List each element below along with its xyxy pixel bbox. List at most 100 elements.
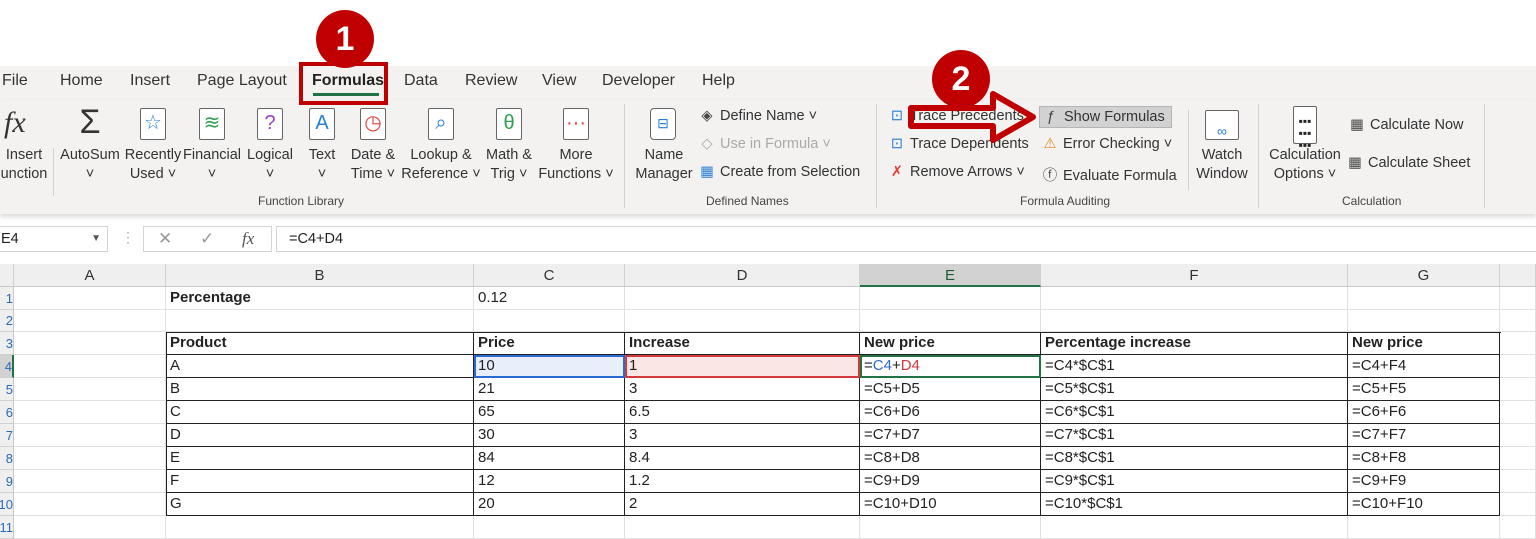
table-header-cell[interactable]: Product [166, 332, 474, 355]
table-cell[interactable]: G [166, 493, 474, 516]
cell[interactable] [14, 310, 166, 332]
table-cell[interactable]: =C7+F7 [1348, 424, 1500, 447]
calculation-options-button[interactable]: Calculation Options ˅ [1266, 146, 1344, 184]
cell[interactable] [1500, 493, 1536, 516]
logical-icon[interactable]: ? [257, 108, 283, 140]
cell[interactable] [1500, 401, 1536, 424]
more-functions-icon[interactable]: ··· [563, 108, 589, 140]
table-cell[interactable]: =C6*$C$1 [1041, 401, 1348, 424]
active-cell-E4[interactable]: =C4+D4 [860, 355, 1041, 378]
table-cell[interactable]: D [166, 424, 474, 447]
table-cell[interactable]: 12 [474, 470, 625, 493]
table-cell[interactable]: 6.5 [625, 401, 860, 424]
cell[interactable] [1500, 470, 1536, 493]
table-cell[interactable]: 8.4 [625, 447, 860, 470]
table-cell[interactable]: =C5+F5 [1348, 378, 1500, 401]
cell[interactable] [14, 493, 166, 516]
cell-C1[interactable]: 0.12 [474, 287, 625, 310]
row-header-8[interactable]: 8 [0, 447, 14, 470]
autosum-icon[interactable]: Σ [77, 105, 103, 140]
table-cell[interactable]: =C10+F10 [1348, 493, 1500, 516]
table-header-cell[interactable]: Price [474, 332, 625, 355]
column-header-E[interactable]: E [860, 264, 1041, 287]
table-cell[interactable]: =C8*$C$1 [1041, 447, 1348, 470]
tab-file[interactable]: File [2, 72, 28, 90]
table-cell[interactable]: 1 [625, 355, 860, 378]
table-cell[interactable]: 10 [474, 355, 625, 378]
cell[interactable] [1500, 310, 1536, 332]
remove-arrows-button[interactable]: ✗ Remove Arrows ˅ [888, 164, 1025, 180]
table-header-cell[interactable]: New price [860, 332, 1041, 355]
select-all-corner[interactable] [0, 264, 14, 287]
cell[interactable] [14, 287, 166, 310]
table-cell[interactable]: 21 [474, 378, 625, 401]
row-header-4[interactable]: 4 [0, 355, 14, 378]
table-cell[interactable]: 1.2 [625, 470, 860, 493]
cell[interactable] [14, 424, 166, 447]
table-cell[interactable]: =C9+F9 [1348, 470, 1500, 493]
table-cell[interactable]: 84 [474, 447, 625, 470]
row-header-5[interactable]: 5 [0, 378, 14, 401]
tab-view[interactable]: View [542, 72, 576, 90]
row-header-3[interactable]: 3 [0, 332, 14, 355]
row-header-9[interactable]: 9 [0, 470, 14, 493]
table-cell[interactable]: 65 [474, 401, 625, 424]
table-cell[interactable]: =C8+F8 [1348, 447, 1500, 470]
cell[interactable] [14, 447, 166, 470]
table-cell[interactable]: =C7*$C$1 [1041, 424, 1348, 447]
tab-developer[interactable]: Developer [602, 72, 675, 90]
cell[interactable] [625, 287, 860, 310]
table-cell[interactable]: 3 [625, 424, 860, 447]
cell[interactable] [1500, 424, 1536, 447]
table-cell[interactable]: =C9+D9 [860, 470, 1041, 493]
name-box[interactable]: E4 ▼ [0, 226, 108, 252]
table-header-cell[interactable]: Percentage increase [1041, 332, 1348, 355]
table-cell[interactable]: =C4*$C$1 [1041, 355, 1348, 378]
cell[interactable] [1041, 310, 1348, 332]
cell[interactable] [860, 310, 1041, 332]
calculation-options-icon[interactable]: ▪▪▪ ▪▪▪ ▪▪▪ [1293, 106, 1317, 151]
calculate-sheet-button[interactable]: ▦ Calculate Sheet [1346, 155, 1470, 171]
table-cell[interactable]: =C8+D8 [860, 447, 1041, 470]
calculate-now-button[interactable]: ▦ Calculate Now [1348, 117, 1463, 133]
name-manager-button[interactable]: Name Manager [632, 146, 696, 184]
cell[interactable] [1500, 355, 1536, 378]
lookup-reference-icon[interactable]: ⌕ [428, 108, 454, 140]
cell-B1[interactable]: Percentage [166, 287, 474, 310]
cell[interactable] [625, 310, 860, 332]
row-header-1[interactable]: 1 [0, 287, 14, 310]
tab-page-layout[interactable]: Page Layout [197, 72, 287, 90]
table-cell[interactable]: =C9*$C$1 [1041, 470, 1348, 493]
table-cell[interactable]: 30 [474, 424, 625, 447]
cell[interactable] [14, 332, 166, 355]
cell[interactable] [1500, 332, 1536, 355]
table-cell[interactable]: C [166, 401, 474, 424]
cell[interactable] [1500, 447, 1536, 470]
math-trig-icon[interactable]: θ [496, 108, 522, 140]
column-header-G[interactable]: G [1348, 264, 1500, 287]
name-manager-icon[interactable]: ⊟ [650, 108, 676, 140]
table-cell[interactable]: =C6+D6 [860, 401, 1041, 424]
row-header-2[interactable]: 2 [0, 310, 14, 332]
cell[interactable] [1500, 287, 1536, 310]
evaluate-formula-button[interactable]: ⓕ Evaluate Formula [1041, 164, 1177, 185]
tab-review[interactable]: Review [465, 72, 517, 90]
recently-used-icon[interactable]: ☆ [140, 108, 166, 140]
cell[interactable] [14, 401, 166, 424]
text-icon[interactable]: A [309, 108, 335, 140]
table-cell[interactable]: =C6+F6 [1348, 401, 1500, 424]
tab-insert[interactable]: Insert [130, 72, 170, 90]
table-cell[interactable]: B [166, 378, 474, 401]
define-name-button[interactable]: ◈ Define Name ˅ [698, 108, 817, 124]
table-cell[interactable]: 20 [474, 493, 625, 516]
create-from-selection-button[interactable]: ▦ Create from Selection [698, 164, 860, 180]
table-cell[interactable]: E [166, 447, 474, 470]
watch-window-icon[interactable]: ∞ [1205, 110, 1239, 140]
watch-window-button[interactable]: Watch Window [1192, 146, 1252, 184]
table-header-cell[interactable]: New price [1348, 332, 1500, 355]
tab-data[interactable]: Data [404, 72, 438, 90]
column-header-D[interactable]: D [625, 264, 860, 287]
table-cell[interactable]: =C10*$C$1 [1041, 493, 1348, 516]
table-cell[interactable]: =C4+F4 [1348, 355, 1500, 378]
cell[interactable] [1348, 310, 1500, 332]
